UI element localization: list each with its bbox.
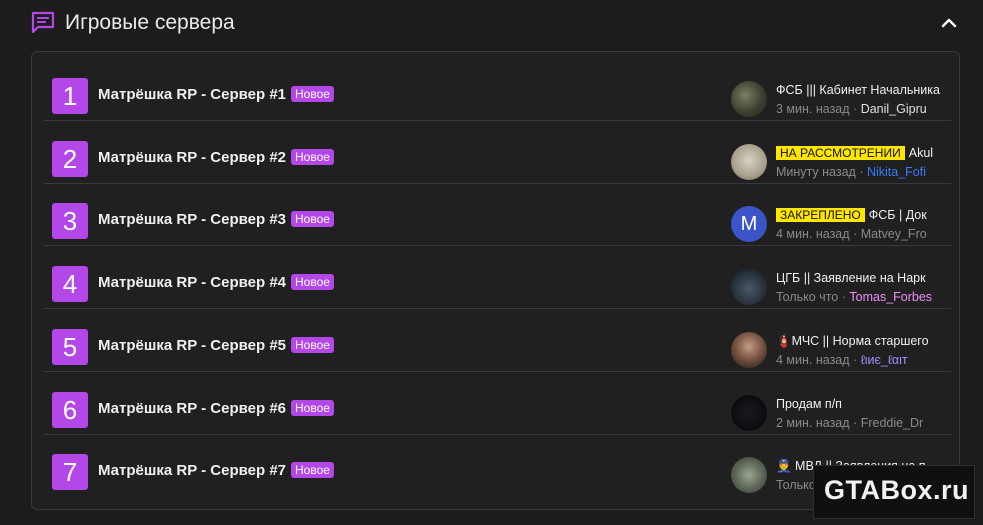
separator: · [853,416,858,430]
last-post-meta: 3 мин. назад · Danil_Gipru [776,102,941,116]
thread-title[interactable]: ЦГБ || Заявление на Нарк [776,271,926,285]
last-post-meta: Только что · Tomas_Forbes [776,290,941,304]
post-time: 3 мин. назад [776,102,850,116]
post-time: 4 мин. назад [776,353,850,367]
forum-title[interactable]: Матрёшка RP - Сервер #5 [98,337,286,354]
avatar[interactable]: M [731,206,767,242]
post-time: 2 мин. назад [776,416,850,430]
thread-title[interactable]: Akul [909,146,933,160]
last-thread-link[interactable]: ФСБ ||| Кабинет Начальника [776,83,941,97]
forum-row[interactable]: 6 Матрёшка RP - Сервер #6 Новое Продам п/… [43,373,951,435]
post-time: Минуту назад [776,165,856,179]
thread-title[interactable]: ФСБ | Док [869,208,927,222]
username-link[interactable]: Danil_Gipru [861,102,927,116]
username-link[interactable]: Nikita_Fofi [867,165,926,179]
forum-title-link[interactable]: Матрёшка RP - Сервер #3 Новое [98,211,334,228]
last-thread-link[interactable]: ЦГБ || Заявление на Нарк [776,271,941,285]
forum-title-link[interactable]: Матрёшка RP - Сервер #7 Новое [98,462,334,479]
new-badge: Новое [291,211,334,227]
forum-title[interactable]: Матрёшка RP - Сервер #7 [98,462,286,479]
forum-row[interactable]: 4 Матрёшка RP - Сервер #4 Новое ЦГБ || За… [43,247,951,309]
forum-number-badge: 4 [52,266,88,302]
new-badge: Новое [291,462,334,478]
forum-number-badge: 7 [52,454,88,490]
username-link[interactable]: ℓιиє_ℓαιт [861,353,908,367]
last-post-meta: 2 мин. назад · Freddie_Dr [776,416,941,430]
forum-list: 1 Матрёшка RP - Сервер #1 Новое ФСБ ||| К… [31,51,960,510]
avatar[interactable] [731,395,767,431]
username-link[interactable]: Tomas_Forbes [849,290,932,304]
forum-number-badge: 6 [52,392,88,428]
separator: · [853,353,858,367]
forum-title-link[interactable]: Матрёшка RP - Сервер #2 Новое [98,149,334,166]
watermark-logo: GTABox.ru [813,465,975,519]
section-header: Игровые сервера [0,0,983,46]
separator: · [859,165,864,179]
last-post-meta: 4 мин. назад · Matvey_Fro [776,227,941,241]
separator: · [853,227,858,241]
new-badge: Новое [291,337,334,353]
forum-row[interactable]: 5 Матрёшка RP - Сервер #5 Новое 🧯МЧС || Н… [43,310,951,372]
last-post-meta: 4 мин. назад · ℓιиє_ℓαιт [776,353,941,367]
avatar[interactable] [731,81,767,117]
forum-title-link[interactable]: Матрёшка RP - Сервер #1 Новое [98,86,334,103]
forum-number-badge: 5 [52,329,88,365]
thread-title[interactable]: ФСБ ||| Кабинет Начальника [776,83,940,97]
forum-title[interactable]: Матрёшка RP - Сервер #4 [98,274,286,291]
avatar-letter: M [740,213,758,235]
new-badge: Новое [291,274,334,290]
forum-number-badge: 3 [52,203,88,239]
forum-row[interactable]: 2 Матрёшка RP - Сервер #2 Новое НА РАССМО… [43,122,951,184]
last-post-meta: Минуту назад · Nikita_Fofi [776,165,941,179]
forum-number-badge: 1 [52,78,88,114]
forum-title[interactable]: Матрёшка RP - Сервер #3 [98,211,286,228]
avatar[interactable] [731,332,767,368]
username-link[interactable]: Matvey_Fro [861,227,927,241]
thread-prefix-label: НА РАССМОТРЕНИИ [776,146,905,160]
post-time: Только [776,478,816,492]
forum-title[interactable]: Матрёшка RP - Сервер #2 [98,149,286,166]
section-title: Игровые сервера [65,11,235,34]
forum-title-link[interactable]: Матрёшка RP - Сервер #6 Новое [98,400,334,417]
last-thread-link[interactable]: НА РАССМОТРЕНИИ Akul [776,146,941,160]
thread-title[interactable]: 🧯МЧС || Норма старшего [776,334,929,348]
separator: · [841,290,846,304]
last-thread-link[interactable]: ЗАКРЕПЛЕНО ФСБ | Док [776,208,941,222]
post-time: 4 мин. назад [776,227,850,241]
post-time: Только что [776,290,839,304]
forum-title-link[interactable]: Матрёшка RP - Сервер #4 Новое [98,274,334,291]
avatar[interactable] [731,144,767,180]
new-badge: Новое [291,400,334,416]
username-link[interactable]: Freddie_Dr [861,416,924,430]
separator: · [853,102,858,116]
forum-title[interactable]: Матрёшка RP - Сервер #6 [98,400,286,417]
avatar[interactable] [731,457,767,493]
forum-row[interactable]: 3 Матрёшка RP - Сервер #3 Новое M ЗАКРЕПЛ… [43,184,951,246]
thread-title[interactable]: Продам п/п [776,397,842,411]
forum-row[interactable]: 1 Матрёшка RP - Сервер #1 Новое ФСБ ||| К… [43,59,951,121]
watermark-text: GTABox.ru [824,475,969,505]
chat-icon [31,11,55,33]
last-thread-link[interactable]: 🧯МЧС || Норма старшего [776,334,941,349]
forum-title[interactable]: Матрёшка RP - Сервер #1 [98,86,286,103]
avatar[interactable] [731,269,767,305]
thread-prefix-label: ЗАКРЕПЛЕНО [776,208,865,222]
chevron-up-icon[interactable] [938,12,960,34]
forum-number-badge: 2 [52,141,88,177]
forum-title-link[interactable]: Матрёшка RP - Сервер #5 Новое [98,337,334,354]
last-thread-link[interactable]: Продам п/п [776,397,941,411]
new-badge: Новое [291,86,334,102]
new-badge: Новое [291,149,334,165]
